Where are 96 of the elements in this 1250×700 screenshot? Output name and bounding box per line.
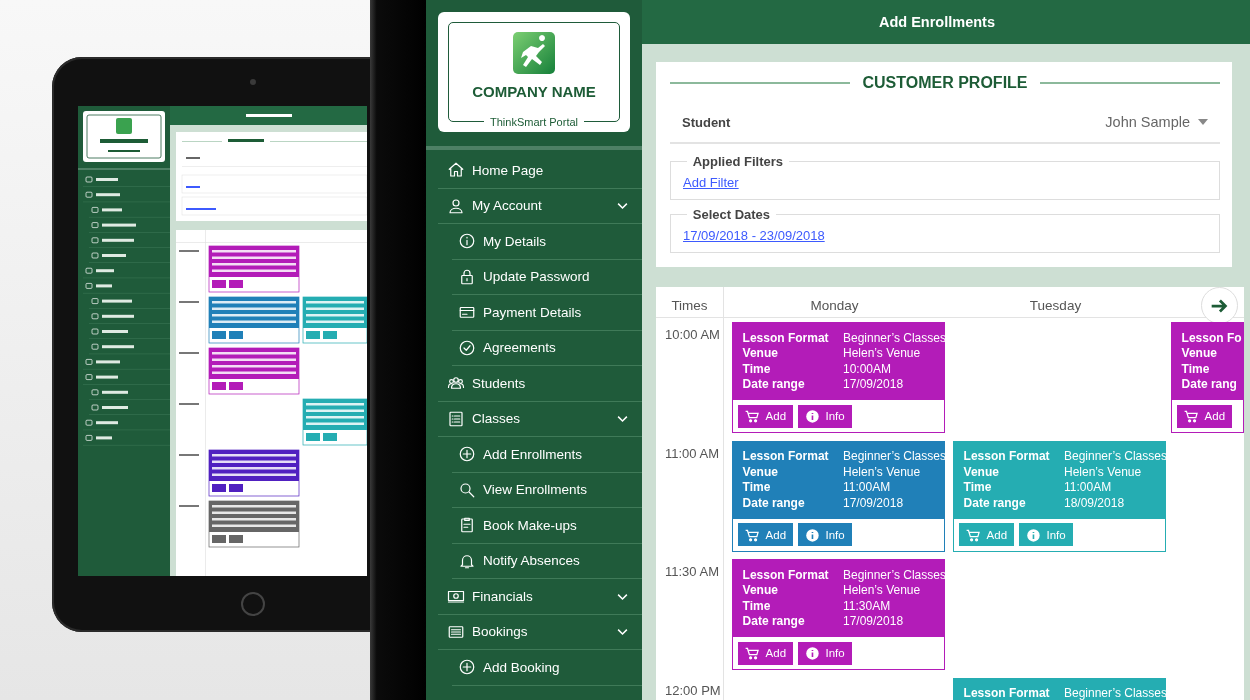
info-icon <box>804 527 820 543</box>
sidebar-item[interactable]: Add Booking <box>452 650 642 686</box>
cart-icon <box>744 646 760 661</box>
search-icon <box>458 480 476 499</box>
field-value: 18/09/2018 <box>1064 495 1126 512</box>
field-label: Lesson Format <box>963 686 1050 700</box>
field-label: Venue <box>742 464 779 481</box>
add-button[interactable]: Add <box>738 641 793 665</box>
cart-icon <box>744 527 760 543</box>
column-header: Times <box>671 298 708 314</box>
field-value: 17/09/2018 <box>843 377 905 393</box>
lock-icon <box>458 267 476 286</box>
caret-down-icon <box>1198 119 1208 125</box>
sidebar-item[interactable]: Book Make-ups <box>452 508 642 544</box>
student-dropdown[interactable]: John Sample <box>1105 114 1208 130</box>
sidebar-item[interactable]: View Enrollments <box>452 472 642 508</box>
info-button[interactable]: Info <box>797 404 852 428</box>
sidebar-item[interactable]: Payment Details <box>452 295 642 331</box>
field-label: Date range <box>742 495 806 512</box>
time-label: 11:30 AM <box>665 564 719 579</box>
page-title: Add Enrollments <box>879 14 995 30</box>
field-label: Venue <box>1181 346 1218 362</box>
sidebar-item[interactable]: Update Password <box>452 259 642 295</box>
date-range-link[interactable]: 17/09/2018 - 23/09/2018 <box>683 228 825 243</box>
field-label: Venue <box>742 346 779 362</box>
info-icon <box>1025 527 1041 543</box>
person-icon <box>447 196 465 215</box>
field-label: Date range <box>742 377 806 393</box>
field-label: Time <box>742 361 772 378</box>
camera-dot <box>250 79 256 85</box>
sidebar-item[interactable]: Home Page <box>438 153 642 189</box>
field-label: Time <box>742 480 772 496</box>
plus-circle-icon <box>458 658 476 677</box>
field-value: 11:00AM <box>843 480 892 496</box>
home-icon <box>447 161 465 180</box>
field-value: Beginner’s Classes <box>843 449 946 465</box>
company-name: COMPANY NAME <box>472 83 596 101</box>
field-value: Helen’s Venue <box>843 346 922 362</box>
field-value: 11:30AM <box>843 598 892 615</box>
time-label: 11:00 AM <box>665 445 719 461</box>
column-header: Monday <box>810 298 859 314</box>
field-label: Lesson Format <box>742 449 829 465</box>
field-value: Beginner’s Classes <box>843 567 946 584</box>
add-button[interactable]: Add <box>1177 404 1232 428</box>
column-header: Tuesday <box>1029 298 1082 314</box>
field-label: Lesson Fo <box>1181 330 1242 347</box>
plus-circle-icon <box>458 445 476 464</box>
field-label: Lesson Format <box>742 567 829 584</box>
sidebar-item[interactable]: My Account <box>438 188 642 224</box>
field-label: Time <box>1181 361 1211 378</box>
field-value: 10:00AM <box>843 361 893 378</box>
check-circle-icon <box>458 338 476 357</box>
sidebar-item[interactable]: Classes <box>438 401 642 437</box>
list-icon <box>447 409 465 428</box>
info-icon <box>458 232 476 251</box>
cart-icon <box>965 527 981 543</box>
time-label: 10:00 AM <box>665 327 720 342</box>
next-button[interactable] <box>1200 287 1238 325</box>
field-label: Date rang <box>1181 377 1238 393</box>
field-value: Helen’s Venue <box>843 464 922 481</box>
sidebar-item[interactable]: Agreements <box>452 330 642 366</box>
add-button[interactable]: Add <box>738 523 793 547</box>
field-label: Time <box>963 480 993 496</box>
field-label: Date range <box>963 495 1027 512</box>
info-icon <box>804 646 820 661</box>
add-filter-link[interactable]: Add Filter <box>683 175 739 190</box>
cart-icon <box>1183 409 1199 424</box>
section-title: CUSTOMER PROFILE <box>862 74 1028 92</box>
field-value: Beginner’s Classes <box>843 330 946 347</box>
sidebar-item[interactable]: Bookings <box>438 614 642 650</box>
field-label: Date range <box>742 614 806 630</box>
sidebar-item[interactable]: Financials <box>438 579 642 615</box>
field-label: Venue <box>963 464 1000 481</box>
sidebar-item[interactable]: My Details <box>452 224 642 260</box>
field-label: Lesson Format <box>742 330 829 347</box>
field-label: Time <box>742 598 772 615</box>
field-value: 17/09/2018 <box>843 495 905 512</box>
time-label: 12:00 PM <box>665 682 721 698</box>
info-button[interactable]: Info <box>797 641 852 665</box>
field-label: Lesson Format <box>963 449 1050 465</box>
field-value: Helen’s Venue <box>843 583 922 599</box>
info-button[interactable]: Info <box>797 523 852 547</box>
field-value: 11:00AM <box>1064 480 1113 496</box>
field-value: Helen’s Venue <box>1064 464 1143 481</box>
sidebar-item[interactable]: Notify Absences <box>452 543 642 579</box>
sidebar-item[interactable]: Students <box>438 366 642 402</box>
info-icon <box>804 409 820 424</box>
cart-icon <box>744 409 760 424</box>
add-button[interactable]: Add <box>738 404 793 428</box>
sidebar-item[interactable]: Add Enrollments <box>452 437 642 473</box>
group-label: Select Dates <box>691 207 772 222</box>
field-label: Student <box>682 114 731 130</box>
group-label: Applied Filters <box>691 154 785 169</box>
field-value: 17/09/2018 <box>843 614 905 630</box>
field-label: Venue <box>742 583 779 599</box>
clipboard-icon <box>458 516 476 535</box>
